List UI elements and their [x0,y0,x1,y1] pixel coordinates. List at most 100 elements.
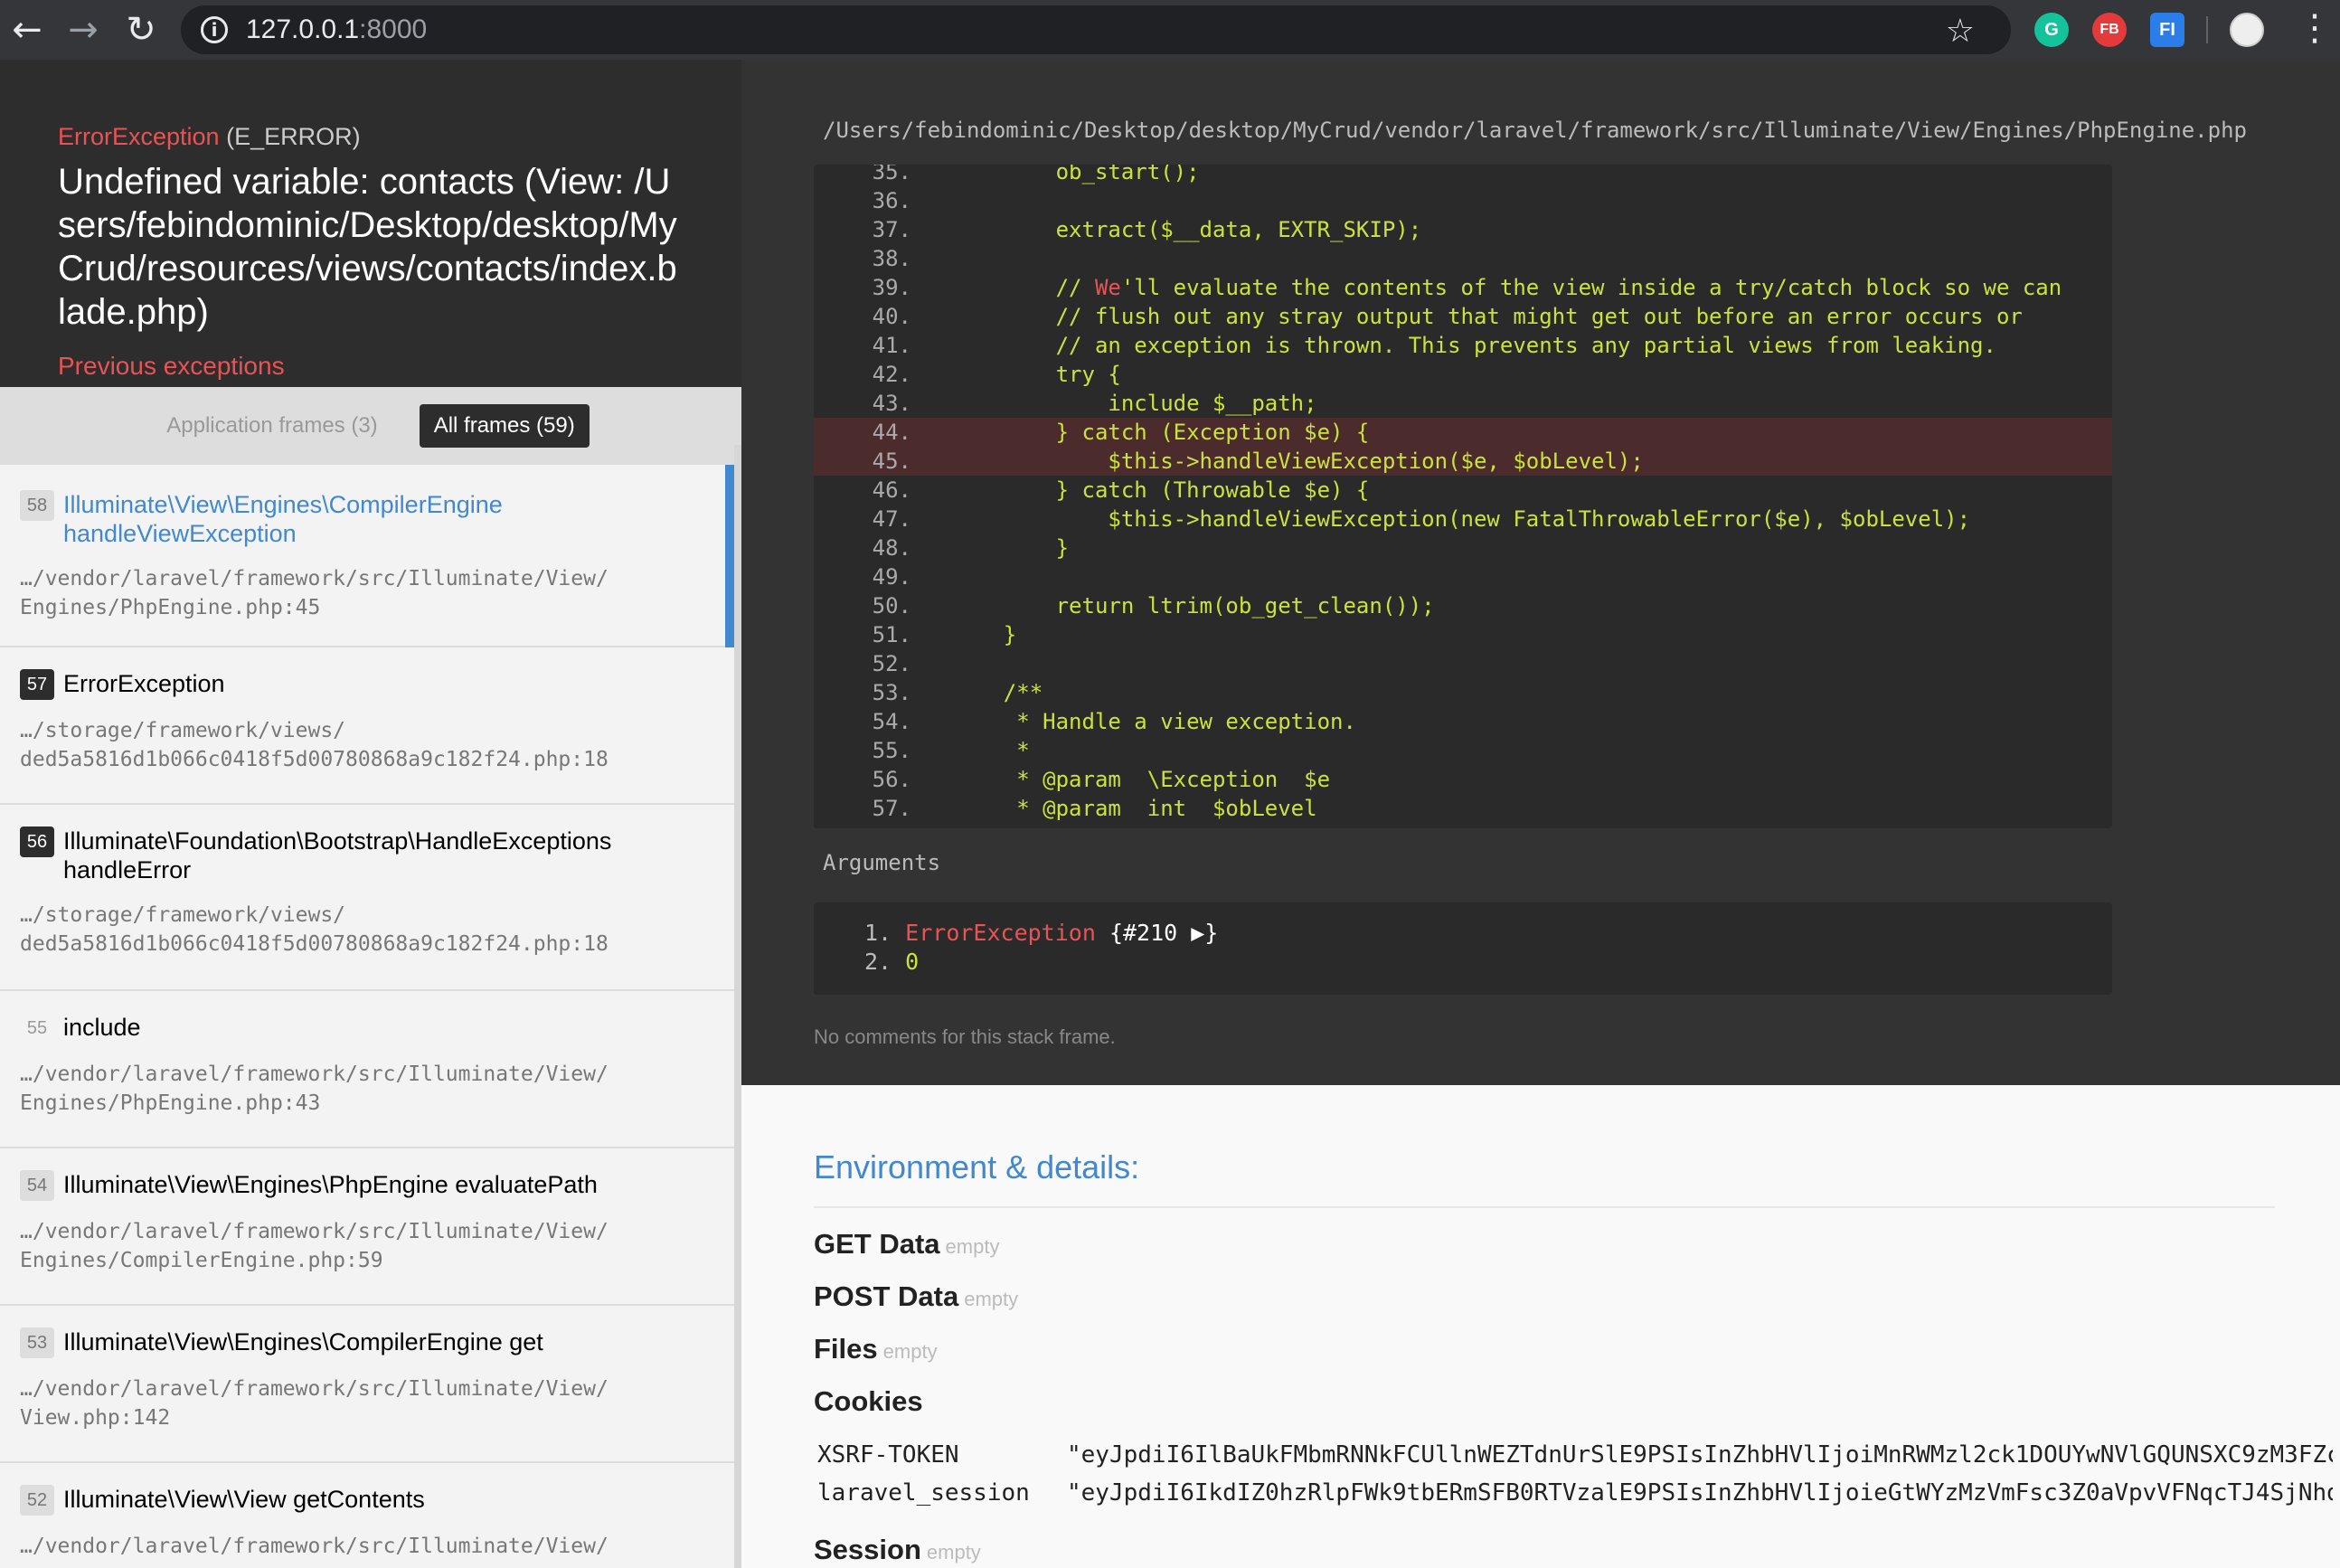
profile-avatar[interactable] [2230,13,2264,47]
frame-index: 57 [20,669,54,700]
line-number: 43. [872,391,911,416]
frame-class: Illuminate\View\Engines\CompilerEngine ha… [63,491,503,547]
line-number: 51. [872,622,911,647]
line-code: ob_start(); [951,165,1200,184]
frame-index: 53 [20,1327,54,1358]
line-code: * Handle a view exception. [951,709,1356,734]
frame-item[interactable]: 57 ErrorException …/storage/framework/vi… [0,647,734,805]
line-number: 45. [872,449,911,474]
line-code: } catch (Throwable $e) { [951,477,1370,503]
frame-file: …/vendor/laravel/framework/src/Illuminat… [20,1535,609,1558]
code-line: 48. } [814,534,2112,562]
forward-arrow-icon[interactable]: → [56,0,110,60]
frame-title: 53 Illuminate\View\Engines\CompilerEngin… [20,1327,716,1358]
line-code: try { [951,362,1121,387]
dump-toggle[interactable]: {#210 ▶} [1096,920,1218,946]
frame-item[interactable]: 53 Illuminate\View\Engines\CompilerEngin… [0,1306,734,1463]
info-icon[interactable]: i [201,16,228,43]
line-code: * [951,738,1030,763]
line-code: $this->handleViewException(new FatalThro… [951,506,1971,532]
frame-class: Illuminate\Foundation\Bootstrap\HandleEx… [63,827,612,883]
reload-icon[interactable]: ↻ [114,0,168,60]
address-bar[interactable]: i 127.0.0.1:8000 ☆ [181,5,2011,54]
environment-divider [814,1206,2275,1208]
cookies-heading: Cookies [814,1385,923,1417]
exception-header: ErrorException (E_ERROR) Undefined varia… [0,60,741,387]
get-data-heading: GET Data empty [814,1228,1000,1260]
bookmark-star-icon[interactable]: ☆ [1946,13,1975,50]
line-number: 38. [872,246,911,271]
exception-code: (E_ERROR) [226,123,361,150]
frame-item[interactable]: 56 Illuminate\Foundation\Bootstrap\Handl… [0,805,734,991]
url-port: :8000 [359,14,428,44]
line-number: 49. [872,564,911,590]
frame-item[interactable]: 55 include …/vendor/laravel/framework/sr… [0,991,734,1148]
grammarly-extension-icon[interactable]: G [2034,13,2069,47]
line-code: * @param int $obLevel [951,796,1317,821]
all-frames-filter[interactable]: All frames (59) [419,404,590,448]
browser-toolbar: ← → ↻ i 127.0.0.1:8000 ☆ G FB FI ⋮ [0,0,2340,60]
frame-file: …/vendor/laravel/framework/src/Illuminat… [20,1063,609,1115]
active-frame-indicator [725,465,734,647]
frame-title: 57 ErrorException [20,669,716,700]
line-number: 57. [872,796,911,821]
code-file-path[interactable]: /Users/febindominic/Desktop/desktop/MyCr… [823,118,2247,143]
frame-class: Illuminate\View\Engines\PhpEngine evalua… [63,1171,598,1198]
frame-file: …/vendor/laravel/framework/src/Illuminat… [20,1377,609,1430]
argument-item: 1. ErrorException {#210 ▶} [864,920,1219,946]
line-code: // an exception is thrown. This prevents… [951,333,1996,358]
frame-item[interactable]: 52 Illuminate\View\View getContents …/ve… [0,1463,734,1568]
code-line: 46. } catch (Throwable $e) { [814,476,2112,505]
line-code: } catch (Exception $e) { [951,420,1370,445]
line-number: 36. [872,188,911,213]
frame-index: 54 [20,1170,54,1201]
application-frames-filter[interactable]: Application frames (3) [152,406,392,446]
exception-class: ErrorException [58,123,220,150]
line-number: 40. [872,304,911,329]
code-line: 36. [814,186,2112,215]
frame-item[interactable]: 58 Illuminate\View\Engines\CompilerEngin… [0,465,734,647]
line-number: 48. [872,535,911,561]
arguments-list: 1. ErrorException {#210 ▶} 2. 0 [814,902,2112,995]
code-line: 52. [814,649,2112,678]
files-heading: Files empty [814,1333,938,1365]
fi-extension-icon[interactable]: FI [2150,13,2184,47]
code-line: 51. } [814,620,2112,649]
frame-class: Illuminate\View\View getContents [63,1486,425,1513]
no-comments-text: No comments for this stack frame. [814,1025,1116,1048]
toolbar-separator [2206,16,2208,43]
exception-message: Undefined variable: contacts (View: /Use… [58,162,677,332]
cookie-row: XSRF-TOKEN "eyJpdiI6IlBaUkFMbmRNNkFCUllnW… [817,1441,2333,1469]
code-line: 42. try { [814,360,2112,389]
code-line: 39. // We'll evaluate the contents of th… [814,273,2112,302]
line-number: 55. [872,738,911,763]
frame-class: include [63,1014,141,1041]
code-line: 45. $this->handleViewException($e, $obLe… [814,447,2112,476]
line-number: 50. [872,593,911,619]
exception-class-line: ErrorException (E_ERROR) [58,123,687,151]
fb-extension-icon[interactable]: FB [2092,13,2127,47]
line-code: extract($__data, EXTR_SKIP); [951,217,1422,242]
previous-exceptions-link[interactable]: Previous exceptions [58,352,687,381]
code-line: 53. /** [814,678,2112,707]
frame-title: 58 Illuminate\View\Engines\CompilerEngin… [20,490,716,548]
frame-file: …/vendor/laravel/framework/src/Illuminat… [20,1220,609,1272]
code-line: 43. include $__path; [814,389,2112,418]
environment-details: Environment & details: GET Data empty POS… [741,1085,2340,1568]
frame-title: 56 Illuminate\Foundation\Bootstrap\Handl… [20,827,716,884]
code-viewer: 35. ob_start(); 36. 37. extract($__data, E… [814,165,2112,828]
code-line: 38. [814,244,2112,273]
frame-item[interactable]: 54 Illuminate\View\Engines\PhpEngine eva… [0,1148,734,1306]
frame-index: 55 [26,1018,48,1038]
line-code: /** [951,680,1043,705]
code-line: 47. $this->handleViewException(new Fatal… [814,505,2112,534]
stack-frames-panel: ErrorException (E_ERROR) Undefined varia… [0,60,741,1568]
back-arrow-icon[interactable]: ← [0,0,54,60]
code-line: 41. // an exception is thrown. This prev… [814,331,2112,360]
code-line: 55. * [814,736,2112,765]
line-code: } [951,622,1017,647]
frames-scrollbar[interactable] [734,445,741,1568]
line-number: 44. [872,420,911,445]
more-menu-icon[interactable]: ⋮ [2297,7,2333,49]
line-number: 56. [872,767,911,792]
